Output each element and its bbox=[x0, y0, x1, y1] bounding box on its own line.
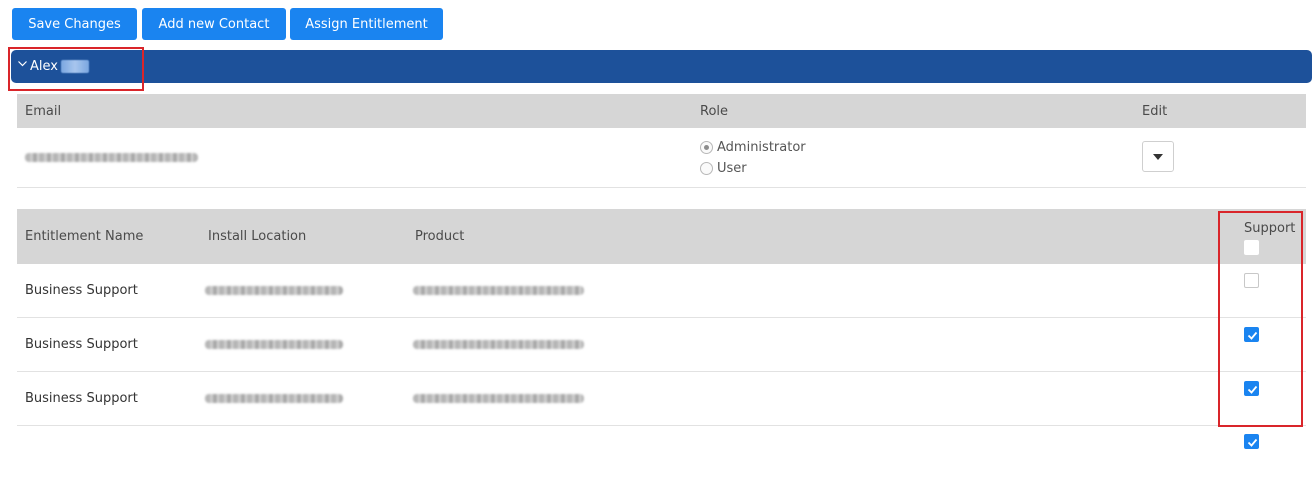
product-column-header: Product bbox=[415, 229, 465, 244]
entitlement-name: Business Support bbox=[25, 391, 138, 406]
highlight-annotation-contact bbox=[8, 47, 144, 91]
highlight-annotation-support bbox=[1218, 211, 1303, 427]
entitlement-name: Business Support bbox=[25, 337, 138, 352]
entitlement-name-column-header: Entitlement Name bbox=[25, 229, 144, 244]
redacted-install-location bbox=[205, 394, 343, 403]
install-location-column-header: Install Location bbox=[208, 229, 307, 244]
administrator-label: Administrator bbox=[717, 140, 806, 155]
user-label: User bbox=[717, 161, 747, 176]
contact-table-header: Email Role Edit bbox=[17, 94, 1306, 128]
contact-accordion-header[interactable]: Alex bbox=[11, 50, 1312, 83]
support-checkbox[interactable] bbox=[1244, 434, 1259, 449]
entitlements-table-header: Entitlement Name Install Location Produc… bbox=[17, 209, 1306, 264]
add-new-contact-button[interactable]: Add new Contact bbox=[142, 8, 286, 40]
role-column-header: Role bbox=[700, 104, 729, 119]
role-option-user[interactable]: User bbox=[700, 161, 747, 176]
role-option-administrator[interactable]: Administrator bbox=[700, 140, 806, 155]
entitlement-name: Business Support bbox=[25, 283, 138, 298]
table-row: Business Support bbox=[17, 318, 1306, 372]
checkmark-icon bbox=[1247, 438, 1258, 447]
save-changes-button[interactable]: Save Changes bbox=[12, 8, 137, 40]
contact-row: Administrator User bbox=[17, 128, 1306, 188]
redacted-email bbox=[25, 153, 198, 162]
caret-down-icon bbox=[1153, 154, 1163, 160]
table-row bbox=[17, 426, 1306, 479]
edit-dropdown-button[interactable] bbox=[1142, 141, 1174, 172]
table-row: Business Support bbox=[17, 372, 1306, 426]
redacted-product bbox=[413, 286, 584, 295]
redacted-install-location bbox=[205, 286, 343, 295]
email-column-header: Email bbox=[25, 104, 62, 119]
assign-entitlement-button[interactable]: Assign Entitlement bbox=[290, 8, 443, 40]
redacted-product bbox=[413, 340, 584, 349]
redacted-install-location bbox=[205, 340, 343, 349]
table-row: Business Support bbox=[17, 264, 1306, 318]
redacted-product bbox=[413, 394, 584, 403]
edit-column-header: Edit bbox=[1142, 104, 1168, 119]
user-radio[interactable] bbox=[700, 162, 713, 175]
administrator-radio[interactable] bbox=[700, 141, 713, 154]
